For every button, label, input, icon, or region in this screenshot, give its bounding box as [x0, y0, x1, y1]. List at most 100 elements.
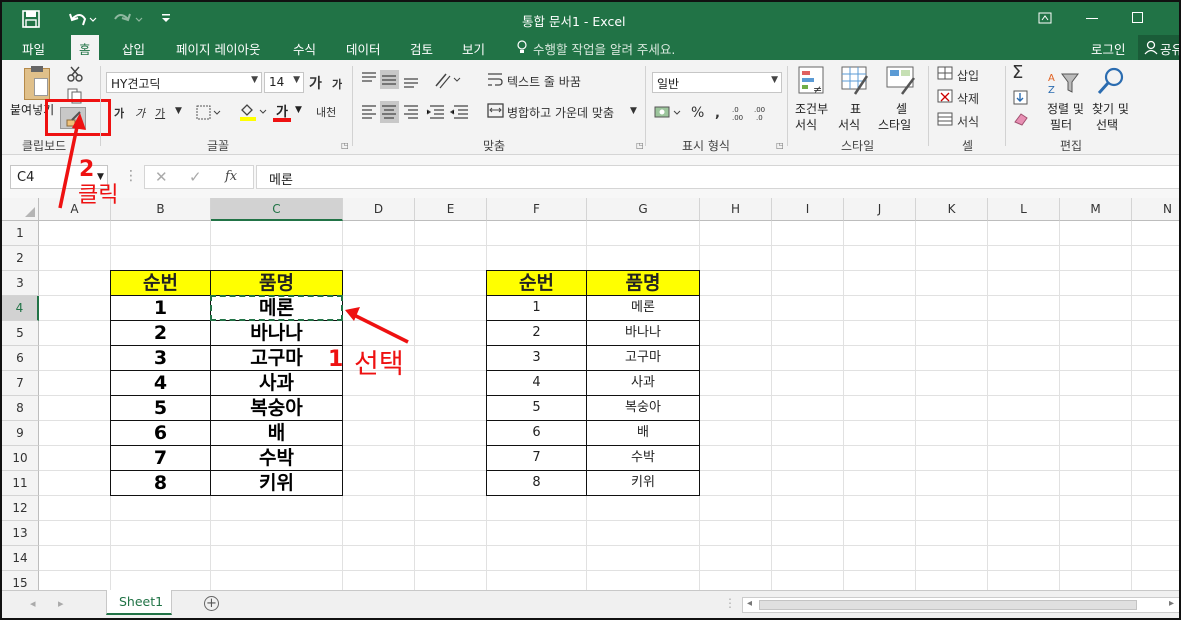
row-header[interactable]: 12: [2, 496, 39, 521]
right-table-cell[interactable]: 키위: [586, 470, 700, 496]
left-table-cell[interactable]: 1: [110, 295, 211, 321]
scroll-left-icon[interactable]: ◂: [30, 597, 36, 610]
column-header[interactable]: H: [700, 198, 772, 221]
clear-eraser-icon[interactable]: [1013, 112, 1029, 126]
dialog-launcher-icon[interactable]: ◳: [341, 141, 349, 150]
vertical-align-icons[interactable]: [360, 70, 424, 90]
row-header[interactable]: 6: [2, 346, 39, 371]
tab-review[interactable]: 검토: [410, 39, 433, 58]
select-all-corner[interactable]: [2, 198, 39, 221]
left-table-cell[interactable]: 5: [110, 395, 211, 421]
row-header[interactable]: 3: [2, 271, 39, 296]
row-header[interactable]: 13: [2, 521, 39, 546]
row-header[interactable]: 7: [2, 371, 39, 396]
tab-file[interactable]: 파일: [22, 39, 45, 58]
row-header[interactable]: 5: [2, 321, 39, 346]
right-table-header-cell[interactable]: 순번: [486, 270, 587, 296]
italic-button[interactable]: 가: [135, 105, 145, 121]
share-button[interactable]: 공유: [1138, 35, 1179, 60]
right-table-cell[interactable]: 바나나: [586, 320, 700, 346]
cut-icon[interactable]: [67, 66, 83, 82]
left-table-header-cell[interactable]: 순번: [110, 270, 211, 296]
enter-check-icon[interactable]: ✓: [189, 168, 202, 186]
undo-icon[interactable]: [68, 10, 98, 28]
left-table-cell[interactable]: 7: [110, 445, 211, 471]
column-header[interactable]: B: [111, 198, 211, 221]
scrollbar-thumb[interactable]: [759, 600, 1137, 610]
right-table-cell[interactable]: 고구마: [586, 345, 700, 371]
merge-center-button[interactable]: 병합하고 가운데 맞춤: [507, 104, 614, 121]
chevron-down-icon[interactable]: ▼: [175, 106, 182, 116]
autosum-icon[interactable]: Σ: [1012, 62, 1023, 83]
tab-insert[interactable]: 삽입: [122, 39, 145, 58]
decimal-places-icons[interactable]: .0.00.00.0: [732, 104, 776, 122]
tab-data[interactable]: 데이터: [346, 39, 381, 58]
delete-cells-icon[interactable]: [937, 89, 955, 105]
row-header[interactable]: 9: [2, 421, 39, 446]
number-format-select[interactable]: 일반 ▼: [652, 72, 782, 93]
right-table-cell[interactable]: 2: [486, 320, 587, 346]
row-header[interactable]: 1: [2, 221, 39, 246]
maximize-icon[interactable]: [1132, 12, 1143, 23]
right-table-cell[interactable]: 복숭아: [586, 395, 700, 421]
cancel-icon[interactable]: ✕: [155, 168, 168, 186]
text-orientation-icon[interactable]: [434, 70, 462, 90]
font-name-select[interactable]: HY견고딕 ▼: [106, 72, 262, 93]
right-table-cell[interactable]: 3: [486, 345, 587, 371]
redo-icon[interactable]: [114, 10, 144, 28]
row-header[interactable]: 11: [2, 471, 39, 496]
phonetic-button[interactable]: 내천: [316, 104, 336, 120]
shrink-font-button[interactable]: 가: [332, 76, 342, 92]
left-table-cell[interactable]: 3: [110, 345, 211, 371]
left-table-cell[interactable]: 고구마: [210, 345, 343, 371]
left-table-cell[interactable]: 6: [110, 420, 211, 446]
sheet-tab-sheet1[interactable]: Sheet1: [106, 590, 172, 615]
fill-down-icon[interactable]: [1013, 90, 1029, 106]
worksheet-grid[interactable]: ABCDEFGHIJKLMN 1 2 3 4 5 6 7 8 9 10 11 12 13 14 15 순번 품…: [2, 198, 1179, 590]
dialog-launcher-icon[interactable]: ◳: [636, 141, 644, 150]
column-header[interactable]: D: [343, 198, 415, 221]
fill-color-icon[interactable]: [238, 102, 268, 122]
left-table-cell[interactable]: 키위: [210, 470, 343, 496]
scroll-right-icon[interactable]: ▸: [58, 597, 64, 610]
row-header[interactable]: 15: [2, 571, 39, 590]
scroll-right-arrow-icon[interactable]: ▸: [1169, 598, 1174, 609]
column-header[interactable]: F: [487, 198, 587, 221]
tab-formulas[interactable]: 수식: [293, 39, 316, 58]
add-sheet-icon[interactable]: +: [204, 596, 219, 611]
column-header[interactable]: J: [844, 198, 916, 221]
ribbon-display-icon[interactable]: [1038, 12, 1052, 24]
splitter-icon[interactable]: ⋮: [724, 596, 736, 610]
grow-font-button[interactable]: 가: [309, 73, 322, 93]
row-header[interactable]: 4: [2, 296, 39, 321]
right-table-cell[interactable]: 8: [486, 470, 587, 496]
bold-button[interactable]: 가: [114, 105, 124, 121]
tab-view[interactable]: 보기: [462, 39, 485, 58]
format-cells-icon[interactable]: [937, 112, 955, 128]
left-table-cell[interactable]: 복숭아: [210, 395, 343, 421]
sign-in-link[interactable]: 로그인: [1091, 39, 1126, 58]
save-icon[interactable]: [22, 10, 40, 28]
row-header[interactable]: 14: [2, 546, 39, 571]
row-header[interactable]: 10: [2, 446, 39, 471]
conditional-formatting-icon[interactable]: ≠: [798, 66, 826, 96]
column-header[interactable]: N: [1132, 198, 1179, 221]
cell-styles-label1[interactable]: 셀: [896, 100, 907, 117]
wrap-text-icon[interactable]: [487, 71, 505, 89]
cell-styles-icon[interactable]: [886, 66, 918, 96]
font-color-button[interactable]: 가 ▼: [273, 100, 303, 124]
column-header[interactable]: I: [772, 198, 844, 221]
comma-style-icon[interactable]: ,: [715, 106, 720, 121]
left-table-cell[interactable]: 4: [110, 370, 211, 396]
column-header[interactable]: L: [988, 198, 1060, 221]
column-header[interactable]: G: [587, 198, 700, 221]
dialog-launcher-icon[interactable]: ◳: [776, 141, 784, 150]
format-painter-button[interactable]: [60, 107, 86, 129]
right-table-header-cell[interactable]: 품명: [586, 270, 700, 296]
right-table-cell[interactable]: 6: [486, 420, 587, 446]
borders-icon[interactable]: [196, 105, 222, 121]
paste-icon[interactable]: [24, 66, 50, 100]
tell-me-search[interactable]: 수행할 작업을 알려 주세요.: [533, 39, 675, 58]
underline-button[interactable]: 가: [155, 105, 165, 121]
find-select-icon[interactable]: [1096, 66, 1128, 96]
